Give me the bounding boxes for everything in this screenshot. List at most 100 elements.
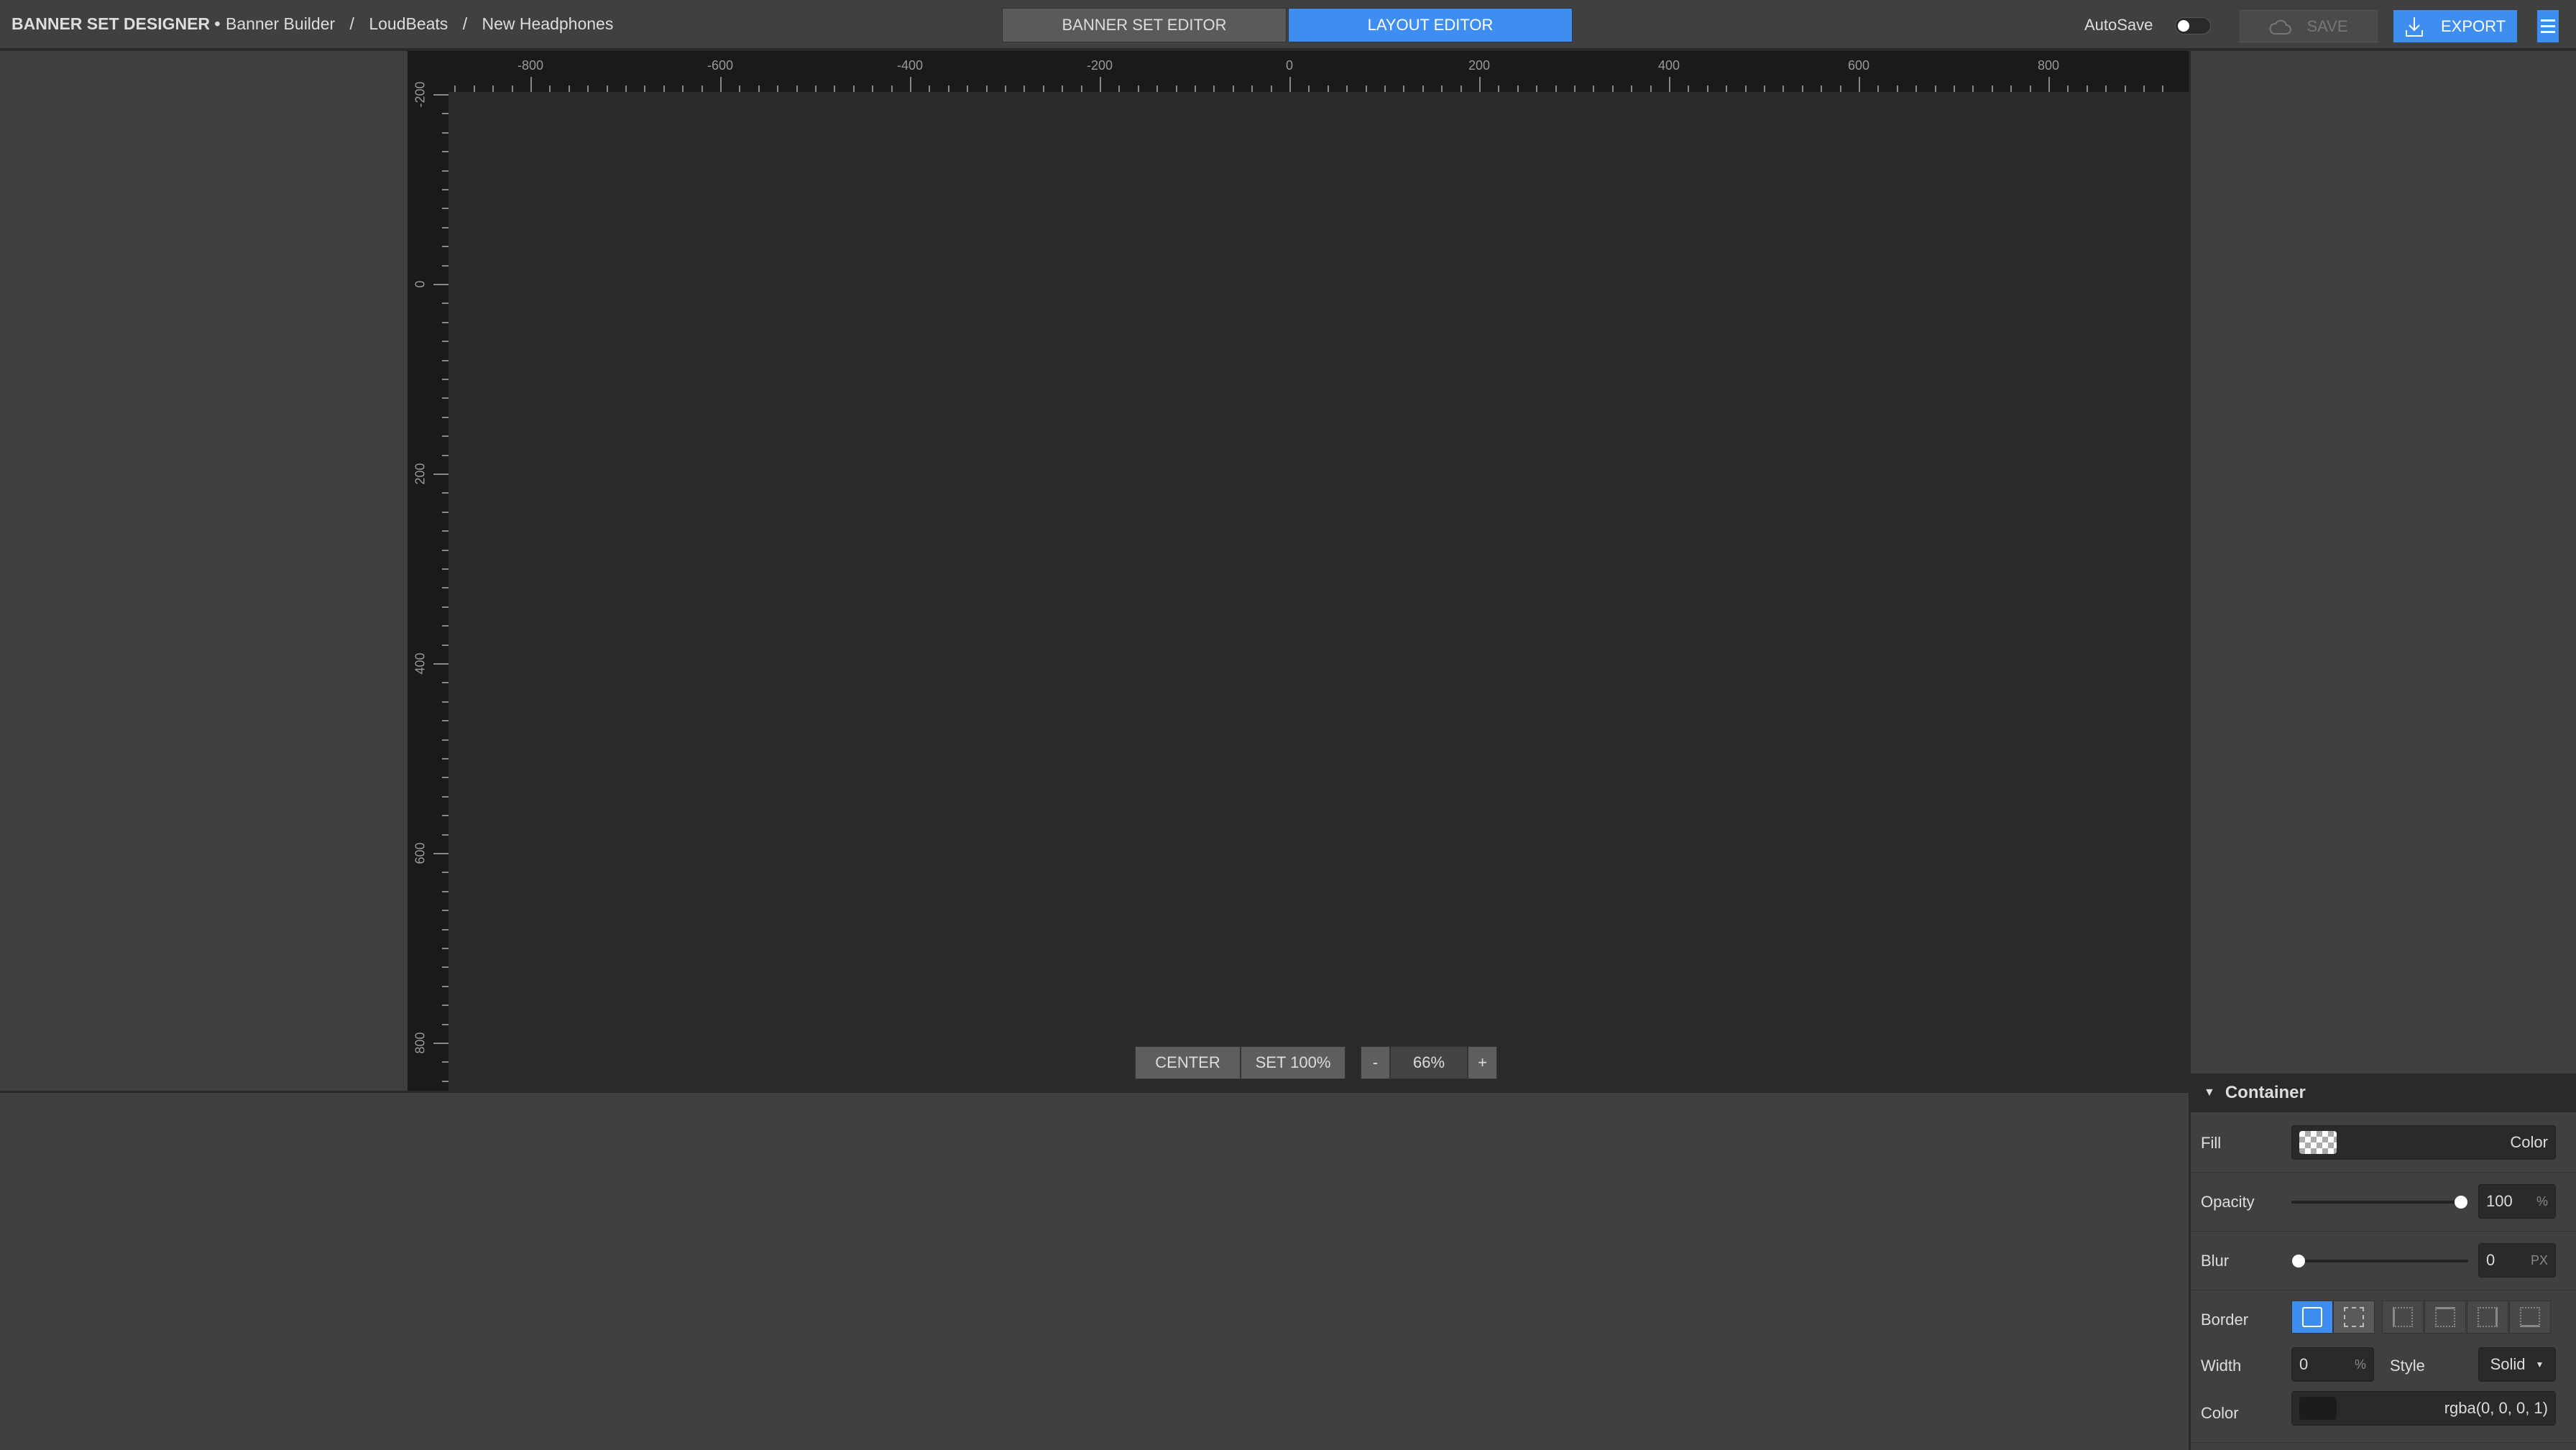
ruler-tick (442, 1080, 448, 1082)
border-left-button[interactable] (2382, 1301, 2424, 1334)
ruler-tick (1232, 86, 1234, 92)
ruler-tick (442, 379, 448, 380)
ruler-tick (1213, 86, 1215, 92)
ruler-tick (1005, 86, 1006, 92)
ruler-tick (1574, 86, 1576, 92)
border-right-button[interactable] (2467, 1301, 2508, 1334)
border-top-button[interactable] (2424, 1301, 2466, 1334)
border-all-button[interactable] (2291, 1301, 2333, 1334)
ruler-tick (442, 549, 448, 551)
ruler-tick (1517, 86, 1519, 92)
slider-knob[interactable] (2455, 1196, 2467, 1209)
fill-field[interactable]: Color (2291, 1125, 2556, 1160)
blur-input[interactable]: 0 PX (2478, 1243, 2556, 1278)
autosave-label: AutoSave (2084, 16, 2153, 34)
ruler-tick (1801, 86, 1803, 92)
ruler-tick (587, 86, 589, 92)
fill-type: Color (2510, 1133, 2548, 1151)
slider-knob[interactable] (2292, 1255, 2305, 1267)
breadcrumb-banner-builder[interactable]: Banner Builder (226, 14, 335, 33)
border-style-dropdown[interactable]: Solid ▼ (2478, 1347, 2556, 1382)
tab-banner-set-editor[interactable]: BANNER SET EDITOR (1002, 8, 1287, 42)
zoom-out-button[interactable]: - (1361, 1046, 1390, 1079)
ruler-tick (1688, 86, 1690, 92)
container-section-header[interactable]: ▼ Container (2191, 1073, 2576, 1112)
ruler-tick (442, 948, 448, 949)
border-color-field[interactable]: rgba(0, 0, 0, 1) (2291, 1391, 2556, 1426)
blur-slider[interactable] (2292, 1255, 2468, 1267)
ruler-tick (2067, 86, 2069, 92)
hamburger-menu-button[interactable] (2537, 10, 2559, 42)
ruler-tick (2143, 86, 2145, 92)
ruler-tick (530, 77, 532, 92)
zoom-in-button[interactable]: + (1468, 1046, 1497, 1079)
ruler-tick (433, 284, 448, 285)
ruler-tick (442, 264, 448, 267)
save-button[interactable]: SAVE (2240, 10, 2378, 42)
breadcrumb-loudbeats[interactable]: LoudBeats (369, 14, 448, 33)
border-width-input[interactable]: 0% (2291, 1347, 2374, 1382)
ruler-tick (1877, 86, 1880, 92)
ruler-tick (1498, 86, 1500, 92)
ruler-tick (442, 416, 448, 418)
ruler-label: 800 (2037, 58, 2060, 73)
ruler-tick (891, 86, 893, 92)
border-row: Border (2191, 1301, 2576, 1336)
ruler-tick (442, 928, 448, 931)
unit: % (2354, 1357, 2366, 1372)
unit: % (2536, 1193, 2548, 1209)
blur-row: Blur 0 PX (2191, 1232, 2576, 1290)
ruler-tick (1859, 77, 1860, 92)
ruler-tick (433, 853, 448, 854)
ruler-tick (442, 910, 448, 912)
ruler-tick (663, 86, 665, 92)
ruler-tick (1460, 86, 1462, 92)
ruler-tick (701, 86, 703, 92)
ruler-tick (834, 86, 836, 92)
layout-canvas[interactable] (448, 92, 2189, 1091)
ruler-tick (1156, 86, 1159, 92)
save-label: SAVE (2306, 17, 2348, 35)
opacity-slider[interactable] (2291, 1196, 2467, 1209)
tab-layout-editor[interactable]: LAYOUT EDITOR (1288, 8, 1573, 42)
breadcrumb-separator: / (349, 14, 354, 33)
toggle-knob (2178, 20, 2189, 32)
ruler-label: 400 (413, 652, 428, 675)
transparent-swatch (2299, 1131, 2337, 1154)
ruler-tick (1782, 86, 1785, 92)
vertical-ruler: -200 0 200 400 600 800 (408, 81, 448, 1091)
color-swatch (2299, 1397, 2337, 1420)
breadcrumb: Banner Builder / LoudBeats / New Headpho… (226, 14, 623, 34)
ruler-tick (1972, 86, 1974, 92)
border-top-icon (2435, 1307, 2455, 1327)
autosave-toggle[interactable] (2175, 17, 2211, 34)
ruler-tick (492, 86, 494, 92)
ruler-tick (2162, 86, 2164, 92)
ruler-label: -200 (1086, 58, 1113, 73)
ruler-tick (606, 86, 608, 92)
ruler-tick (682, 86, 684, 92)
opacity-input[interactable]: 100% (2478, 1184, 2556, 1219)
ruler-tick (442, 131, 448, 134)
ruler-tick (442, 341, 448, 343)
border-individual-button[interactable] (2333, 1301, 2375, 1334)
ruler-label: 600 (413, 842, 428, 864)
export-button[interactable]: EXPORT (2393, 10, 2517, 42)
ruler-tick (1137, 86, 1139, 92)
set-100-button[interactable]: SET 100% (1241, 1046, 1346, 1079)
bottom-panel (0, 1091, 2189, 1450)
ruler-tick (1555, 86, 1557, 92)
border-bottom-button[interactable] (2509, 1301, 2551, 1334)
unit: PX (2530, 1252, 2548, 1267)
ruler-tick (442, 720, 448, 722)
width-style-row: Width 0% Style Solid ▼ (2191, 1345, 2576, 1384)
ruler-label: 400 (1657, 58, 1680, 73)
ruler-tick (644, 86, 646, 92)
ruler-tick (1669, 77, 1670, 92)
fill-label: Fill (2201, 1134, 2222, 1152)
ruler-label: -400 (896, 58, 924, 73)
ruler-tick (433, 474, 448, 475)
ruler-tick (433, 94, 448, 96)
center-button[interactable]: CENTER (1135, 1046, 1241, 1079)
color-value: rgba(0, 0, 0, 1) (2444, 1399, 2548, 1417)
